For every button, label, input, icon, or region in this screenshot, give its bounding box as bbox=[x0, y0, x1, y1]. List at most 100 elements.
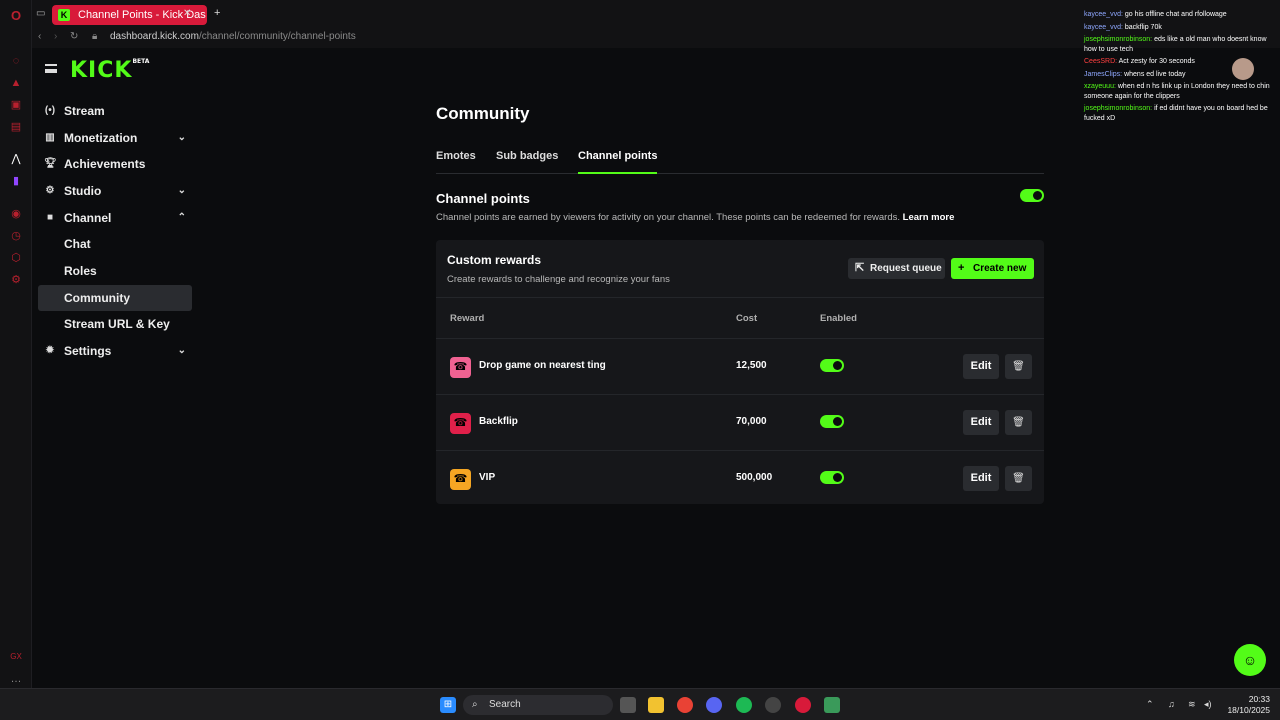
browser-sidebar: O ◌ ▲ ▣ ▤ ⋀ ▮ ◉ ◷ ⬡ ⚙ GX … bbox=[0, 0, 32, 688]
channel-points-title: Channel points bbox=[436, 191, 530, 206]
settings-icon[interactable]: ⚙ bbox=[9, 273, 23, 287]
tab-emotes[interactable]: Emotes bbox=[436, 150, 476, 162]
opera-gx-icon[interactable] bbox=[795, 697, 811, 713]
kick-logo[interactable]: KICKBETA bbox=[70, 58, 149, 83]
opera-logo-icon[interactable]: O bbox=[9, 9, 23, 23]
menu-toggle-icon[interactable] bbox=[45, 64, 57, 73]
edit-button[interactable]: Edit bbox=[963, 410, 999, 435]
search-icon: ⌕ bbox=[472, 699, 478, 710]
chart-icon: ▥ bbox=[45, 132, 55, 143]
reward-cost: 500,000 bbox=[736, 472, 773, 483]
column-cost: Cost bbox=[736, 313, 758, 324]
sidebar-item-chat[interactable]: Chat bbox=[38, 231, 192, 257]
cog-icon: ✹ bbox=[45, 345, 55, 356]
broadcast-icon: (•) bbox=[44, 105, 56, 116]
request-queue-button[interactable]: ⇱ Request queue bbox=[848, 258, 945, 279]
lock-icon: 🔒︎ bbox=[92, 31, 98, 42]
reward-cost: 70,000 bbox=[736, 416, 767, 427]
sidebar-item-channel[interactable]: ■ Channel ⌃ bbox=[38, 205, 192, 231]
sidebar-item-stream[interactable]: (•) Stream bbox=[38, 98, 192, 124]
rewards-table-header: Reward Cost Enabled bbox=[436, 297, 1044, 339]
taskbar-clock[interactable]: 20:33 18/10/2025 bbox=[1222, 694, 1270, 716]
sidebar-item-studio[interactable]: ⚙ Studio ⌄ bbox=[38, 178, 192, 204]
taskbar-search[interactable]: ⌕ Search bbox=[463, 695, 613, 715]
tab-sub-badges[interactable]: Sub badges bbox=[496, 150, 558, 162]
forward-icon[interactable]: › bbox=[54, 31, 57, 42]
more-icon[interactable]: … bbox=[9, 672, 23, 686]
streamer-avatar bbox=[1232, 58, 1254, 80]
custom-rewards-card: Custom rewards Create rewards to challen… bbox=[436, 240, 1044, 504]
reload-icon[interactable]: ↻ bbox=[70, 31, 78, 42]
tab-close-icon[interactable]: ✕ bbox=[183, 8, 191, 19]
back-icon[interactable]: ‹ bbox=[38, 31, 41, 42]
table-row: ☎ Backflip 70,000 Edit 🗑︎ bbox=[436, 395, 1044, 451]
sidebar-item-community[interactable]: Community bbox=[38, 285, 192, 311]
gx-icon[interactable]: GX bbox=[9, 650, 23, 664]
url-field[interactable]: dashboard.kick.com/channel/community/cha… bbox=[110, 31, 356, 42]
page-title: Community bbox=[436, 104, 530, 123]
task-view-icon[interactable] bbox=[620, 697, 636, 713]
sidebar-item-achievements[interactable]: 🏆︎ Achievements bbox=[38, 151, 192, 177]
crypto-wallet-icon[interactable]: ▲ bbox=[9, 76, 23, 90]
learn-more-link[interactable]: Learn more bbox=[903, 212, 955, 223]
kick-favicon-icon: K bbox=[58, 9, 70, 21]
wifi-icon[interactable]: ≋ bbox=[1188, 699, 1196, 710]
twitch-icon[interactable]: ▮ bbox=[9, 174, 23, 188]
table-row: ☎ Drop game on nearest ting 12,500 Edit … bbox=[436, 339, 1044, 395]
chat-message: kaycee_vvd: go his offline chat and rfol… bbox=[1084, 11, 1227, 18]
history-icon[interactable]: ◷ bbox=[9, 229, 23, 243]
chrome-icon[interactable] bbox=[677, 697, 693, 713]
chevron-up-icon: ⌃ bbox=[177, 212, 186, 223]
edit-button[interactable]: Edit bbox=[963, 466, 999, 491]
tray-chevron-icon[interactable]: ⌃ bbox=[1146, 699, 1154, 710]
chat-message: josephsimonrobinson: if ed didnt have yo… bbox=[1084, 105, 1268, 122]
aria-icon[interactable]: ◌ bbox=[9, 54, 23, 68]
reward-icon: ☎ bbox=[450, 357, 471, 378]
trash-icon[interactable]: 🗑︎ bbox=[1005, 466, 1032, 491]
trash-icon[interactable]: 🗑︎ bbox=[1005, 354, 1032, 379]
volume-icon[interactable]: ◂) bbox=[1204, 699, 1212, 710]
table-row: ☎ VIP 500,000 Edit 🗑︎ bbox=[436, 451, 1044, 507]
new-tab-icon[interactable]: + bbox=[214, 7, 220, 19]
chevron-down-icon: ⌄ bbox=[177, 132, 186, 143]
column-reward: Reward bbox=[450, 313, 485, 324]
plus-icon: + bbox=[958, 262, 965, 274]
microphone-icon[interactable]: ♫ bbox=[1168, 699, 1175, 709]
reward-name: Backflip bbox=[479, 416, 518, 427]
player-icon[interactable]: ◉ bbox=[9, 207, 23, 221]
reward-cost: 12,500 bbox=[736, 360, 767, 371]
trophy-icon: 🏆︎ bbox=[44, 158, 57, 169]
edit-button[interactable]: Edit bbox=[963, 354, 999, 379]
kick-app-icon[interactable]: ⋀ bbox=[9, 152, 23, 166]
sidebar-item-stream-url-key[interactable]: Stream URL & Key bbox=[38, 311, 192, 337]
support-chat-button[interactable]: ☺ bbox=[1234, 644, 1266, 676]
sidebar-item-roles[interactable]: Roles bbox=[38, 258, 192, 284]
extensions-icon[interactable]: ⬡ bbox=[9, 251, 23, 265]
tab-menu-icon[interactable]: ▭ bbox=[36, 8, 45, 19]
reward-enabled-toggle[interactable] bbox=[820, 415, 844, 428]
sidebar-item-monetization[interactable]: ▥ Monetization ⌄ bbox=[38, 125, 192, 151]
photos-icon[interactable] bbox=[824, 697, 840, 713]
camera-icon: ■ bbox=[46, 212, 54, 223]
file-explorer-icon[interactable] bbox=[648, 697, 664, 713]
windows-start-icon[interactable]: ⊞ bbox=[440, 697, 456, 713]
spotify-icon[interactable] bbox=[736, 697, 752, 713]
news-icon[interactable]: ▤ bbox=[9, 120, 23, 134]
external-link-icon: ⇱ bbox=[855, 262, 865, 274]
reward-enabled-toggle[interactable] bbox=[820, 359, 844, 372]
column-enabled: Enabled bbox=[820, 313, 857, 324]
reward-name: Drop game on nearest ting bbox=[479, 360, 606, 371]
reward-enabled-toggle[interactable] bbox=[820, 471, 844, 484]
discord-icon[interactable] bbox=[706, 697, 722, 713]
gear-icon: ⚙ bbox=[45, 185, 55, 196]
tab-channel-points[interactable]: Channel points bbox=[578, 150, 658, 174]
chat-message: kaycee_vvd: backflip 70k bbox=[1084, 23, 1162, 31]
messenger-icon[interactable]: ▣ bbox=[9, 98, 23, 112]
chat-message: josephsimonrobinson: eds like a old man … bbox=[1084, 36, 1267, 53]
channel-points-toggle[interactable] bbox=[1020, 189, 1044, 202]
sidebar-item-settings[interactable]: ✹ Settings ⌄ bbox=[38, 338, 192, 364]
trash-icon[interactable]: 🗑︎ bbox=[1005, 410, 1032, 435]
chevron-down-icon: ⌄ bbox=[177, 185, 186, 196]
steam-icon[interactable] bbox=[765, 697, 781, 713]
create-new-button[interactable]: + Create new bbox=[951, 258, 1034, 279]
